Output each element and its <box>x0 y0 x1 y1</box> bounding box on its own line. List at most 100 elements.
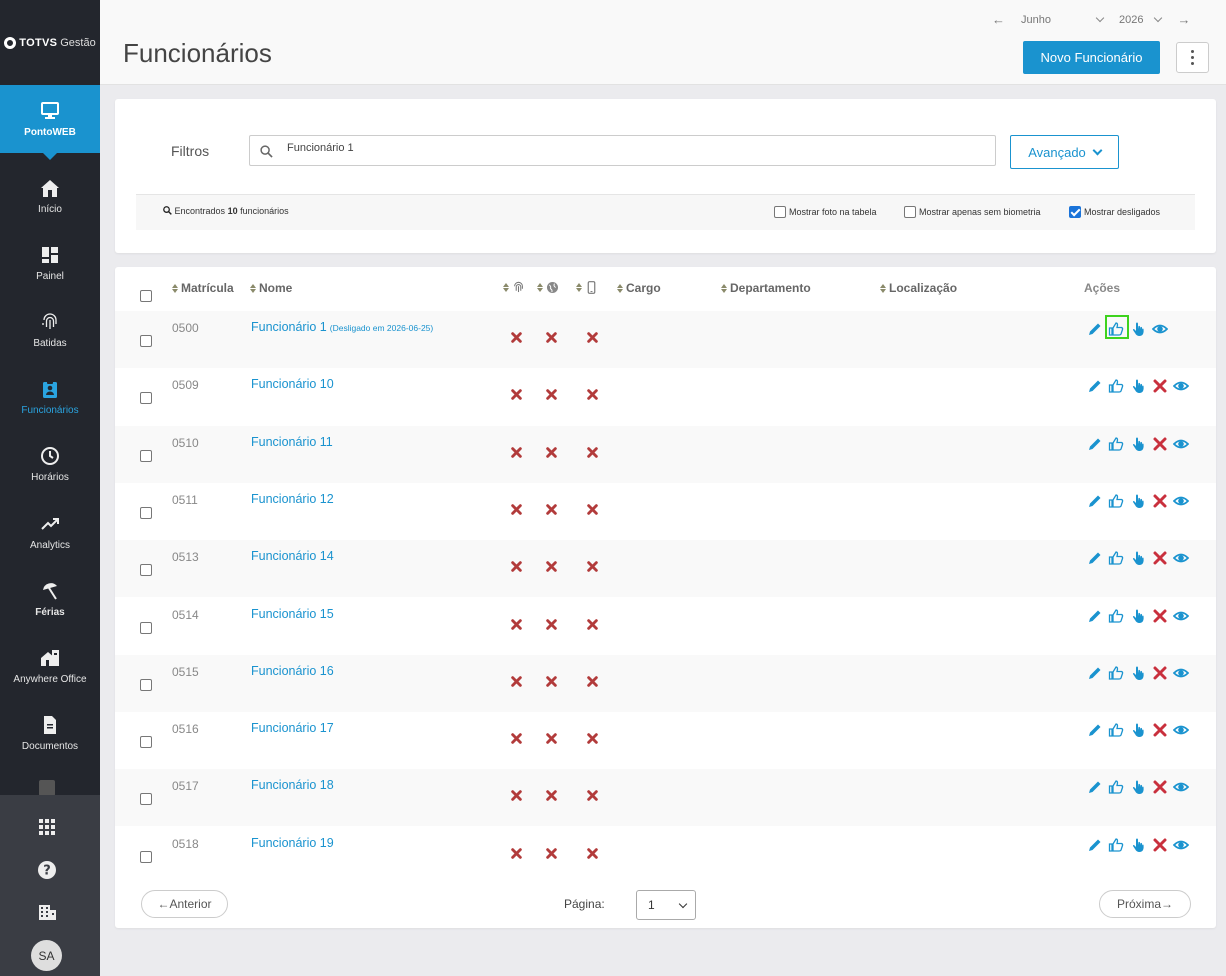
column-header-nome[interactable]: Nome <box>250 281 292 295</box>
punch-hand-icon[interactable] <box>1130 550 1146 566</box>
punch-hand-icon[interactable] <box>1130 608 1146 624</box>
column-header-mobile[interactable] <box>576 281 598 294</box>
view-eye-icon[interactable] <box>1152 321 1168 337</box>
approve-thumbs-up-icon[interactable] <box>1108 608 1124 624</box>
option-show-dismissed[interactable]: Mostrar desligados <box>1069 206 1160 218</box>
dismiss-x-icon[interactable] <box>1152 665 1168 681</box>
sidebar-item-ferias[interactable]: Férias <box>0 569 100 629</box>
edit-pencil-icon[interactable] <box>1087 665 1103 681</box>
view-eye-icon[interactable] <box>1173 436 1189 452</box>
show-photo-checkbox[interactable] <box>774 206 786 218</box>
dismiss-x-icon[interactable] <box>1152 378 1168 394</box>
column-header-cargo[interactable]: Cargo <box>617 281 661 295</box>
dismiss-x-icon[interactable] <box>1152 779 1168 795</box>
punch-hand-icon[interactable] <box>1130 722 1146 738</box>
row-checkbox[interactable] <box>140 678 152 691</box>
punch-hand-icon[interactable] <box>1130 665 1146 681</box>
sidebar-item-painel[interactable]: Painel <box>0 233 100 293</box>
totvs-logo[interactable]: TOTVS Gestão <box>0 0 100 85</box>
dismiss-x-icon[interactable] <box>1152 837 1168 853</box>
sidebar-item-horarios[interactable]: Horários <box>0 434 100 494</box>
select-all-checkbox[interactable] <box>140 290 152 302</box>
next-month-arrow-icon[interactable]: → <box>1177 12 1190 27</box>
option-show-photo[interactable]: Mostrar foto na tabela <box>774 206 877 218</box>
help-icon[interactable]: ? <box>37 860 57 880</box>
save-icon[interactable] <box>38 779 56 795</box>
column-header-web[interactable] <box>537 281 559 294</box>
row-checkbox[interactable] <box>140 392 152 405</box>
row-checkbox[interactable] <box>140 850 152 863</box>
dismiss-x-icon[interactable] <box>1152 493 1168 509</box>
view-eye-icon[interactable] <box>1173 493 1189 509</box>
advanced-filter-button[interactable]: Avançado <box>1010 135 1119 169</box>
more-options-button[interactable] <box>1176 42 1209 73</box>
without-biometrics-checkbox[interactable] <box>904 206 916 218</box>
option-without-biometrics[interactable]: Mostrar apenas sem biometria <box>904 206 1041 218</box>
sidebar-item-documentos[interactable]: Documentos <box>0 703 100 763</box>
punch-hand-icon[interactable] <box>1130 779 1146 795</box>
punch-hand-icon[interactable] <box>1130 837 1146 853</box>
edit-pencil-icon[interactable] <box>1087 493 1103 509</box>
punch-hand-icon[interactable] <box>1130 321 1146 337</box>
view-eye-icon[interactable] <box>1173 779 1189 795</box>
sidebar-item-anywhere-office[interactable]: Anywhere Office <box>0 636 100 696</box>
edit-pencil-icon[interactable] <box>1087 550 1103 566</box>
new-employee-button[interactable]: Novo Funcionário <box>1023 41 1160 74</box>
employee-name-link[interactable]: Funcionário 11 <box>251 435 336 449</box>
approve-thumbs-up-icon[interactable] <box>1108 837 1124 853</box>
punch-hand-icon[interactable] <box>1130 436 1146 452</box>
avatar[interactable]: SA <box>31 940 62 971</box>
edit-pencil-icon[interactable] <box>1087 837 1103 853</box>
punch-hand-icon[interactable] <box>1130 493 1146 509</box>
search-input[interactable] <box>287 142 977 154</box>
employee-name-link[interactable]: Funcionário 18 <box>251 778 337 792</box>
year-select[interactable]: 2026 <box>1119 13 1163 26</box>
dismiss-x-icon[interactable] <box>1152 608 1168 624</box>
edit-pencil-icon[interactable] <box>1087 378 1103 394</box>
sidebar-item-analytics[interactable]: Analytics <box>0 502 100 562</box>
edit-pencil-icon[interactable] <box>1087 779 1103 795</box>
page-select[interactable]: 1 <box>636 890 696 920</box>
sidebar-item-pontoweb[interactable]: PontoWEB <box>0 85 100 160</box>
view-eye-icon[interactable] <box>1173 665 1189 681</box>
month-select[interactable]: Junho <box>1021 13 1105 26</box>
previous-month-arrow-icon[interactable]: ← <box>992 12 1005 27</box>
edit-pencil-icon[interactable] <box>1087 321 1103 337</box>
employee-name-link[interactable]: Funcionário 1 (Desligado em 2026-06-25) <box>251 320 433 334</box>
approve-thumbs-up-icon[interactable] <box>1108 493 1124 509</box>
edit-pencil-icon[interactable] <box>1087 722 1103 738</box>
approve-thumbs-up-icon[interactable] <box>1108 779 1124 795</box>
show-dismissed-checkbox[interactable] <box>1069 206 1081 218</box>
row-checkbox[interactable] <box>140 506 152 519</box>
employee-name-link[interactable]: Funcionário 14 <box>251 549 337 563</box>
view-eye-icon[interactable] <box>1173 550 1189 566</box>
column-header-localizacao[interactable]: Localização <box>880 281 957 295</box>
edit-pencil-icon[interactable] <box>1087 436 1103 452</box>
employee-name-link[interactable]: Funcionário 17 <box>251 721 337 735</box>
view-eye-icon[interactable] <box>1173 837 1189 853</box>
approve-thumbs-up-icon[interactable] <box>1108 378 1124 394</box>
row-checkbox[interactable] <box>140 621 152 634</box>
punch-hand-icon[interactable] <box>1130 378 1146 394</box>
approve-thumbs-up-icon[interactable] <box>1108 722 1124 738</box>
row-checkbox[interactable] <box>140 736 152 749</box>
previous-page-button[interactable]: ←Anterior <box>141 890 228 918</box>
employee-name-link[interactable]: Funcionário 19 <box>251 836 337 850</box>
column-header-departamento[interactable]: Departamento <box>721 281 811 295</box>
dismiss-x-icon[interactable] <box>1152 436 1168 452</box>
company-building-icon[interactable] <box>37 902 57 922</box>
row-checkbox[interactable] <box>140 449 152 462</box>
view-eye-icon[interactable] <box>1173 378 1189 394</box>
approve-thumbs-up-icon[interactable] <box>1108 550 1124 566</box>
sidebar-item-inicio[interactable]: Início <box>0 166 100 226</box>
edit-pencil-icon[interactable] <box>1087 608 1103 624</box>
dismiss-x-icon[interactable] <box>1152 550 1168 566</box>
row-checkbox[interactable] <box>140 335 152 347</box>
column-header-matricula[interactable]: Matrícula <box>172 281 234 295</box>
dismiss-x-icon[interactable] <box>1152 722 1168 738</box>
employee-name-link[interactable]: Funcionário 10 <box>251 377 337 391</box>
approve-thumbs-up-icon[interactable] <box>1108 665 1124 681</box>
row-checkbox[interactable] <box>140 564 152 577</box>
employee-name-link[interactable]: Funcionário 12 <box>251 492 337 506</box>
view-eye-icon[interactable] <box>1173 608 1189 624</box>
